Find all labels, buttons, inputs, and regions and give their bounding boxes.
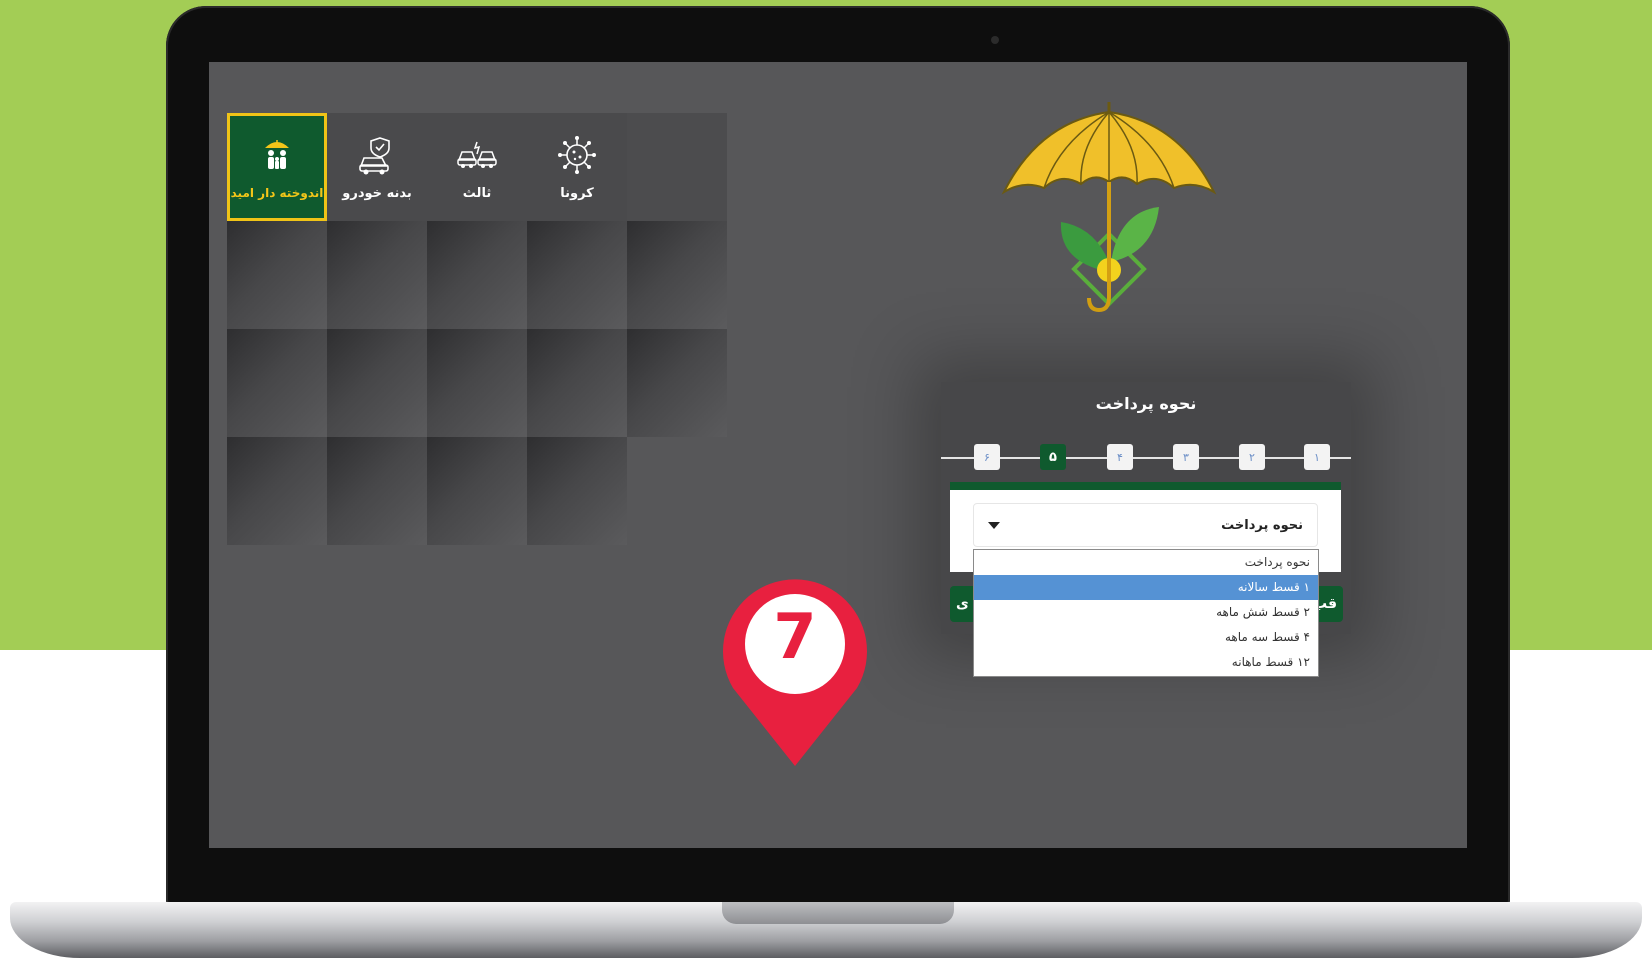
step-6[interactable]: ۶ <box>974 444 1000 470</box>
laptop-notch <box>722 902 954 924</box>
umbrella-plant-logo <box>1001 102 1217 313</box>
tile-corona[interactable]: کرونا <box>527 113 627 221</box>
car-shield-icon <box>359 136 390 174</box>
option-placeholder[interactable]: نحوه پرداخت <box>974 550 1318 575</box>
step-3[interactable]: ۳ <box>1173 444 1199 470</box>
grid-cell <box>427 329 527 437</box>
option-quarterly[interactable]: ۴ قسط سه ماهه <box>974 625 1318 650</box>
car-crash-icon <box>457 141 497 168</box>
grid-cell <box>427 221 527 329</box>
option-semiannual[interactable]: ۲ قسط شش ماهه <box>974 600 1318 625</box>
grid-cell <box>227 221 327 329</box>
panel-title: نحوه پرداخت <box>1095 394 1197 413</box>
virus-icon <box>558 135 596 174</box>
tile-car-body[interactable]: بدنه خودرو <box>327 113 427 221</box>
tile-label: کرونا <box>560 185 594 201</box>
grid-cell <box>627 437 727 545</box>
tile-omid-savings[interactable]: اندوخته دار امید <box>227 113 327 221</box>
grid-cell <box>527 437 627 545</box>
step-2[interactable]: ۲ <box>1239 444 1265 470</box>
grid-cell <box>527 221 627 329</box>
tile-label: اندوخته دار امید <box>230 186 324 200</box>
grid-cell <box>227 437 327 545</box>
grid-cell <box>427 437 527 545</box>
grid-cell <box>327 329 427 437</box>
select-value: نحوه پرداخت <box>1221 517 1303 533</box>
grid-cell <box>527 329 627 437</box>
payment-method-options: نحوه پرداخت ۱ قسط سالانه ۲ قسط شش ماهه ۴… <box>973 549 1319 677</box>
caret-down-icon <box>988 521 1000 529</box>
option-monthly[interactable]: ۱۲ قسط ماهانه <box>974 650 1318 675</box>
grid-cell <box>327 437 427 545</box>
grid-cell <box>627 329 727 437</box>
grid-cell <box>227 329 327 437</box>
payment-method-select[interactable]: نحوه پرداخت <box>973 503 1318 547</box>
option-annual[interactable]: ۱ قسط سالانه <box>974 575 1318 600</box>
app-screen: اندوخته دار امید بدنه خودرو ثالث کرونا ن… <box>209 62 1467 848</box>
grid-cell <box>627 113 727 221</box>
stepper-line <box>941 457 1351 459</box>
step-4[interactable]: ۴ <box>1107 444 1133 470</box>
form-header-bar <box>950 482 1341 490</box>
grid-cell <box>627 221 727 329</box>
step-number: 7 <box>773 600 817 673</box>
grid-cell <box>327 221 427 329</box>
insurance-grid: اندوخته دار امید بدنه خودرو ثالث کرونا <box>227 113 727 545</box>
tile-third-party[interactable]: ثالث <box>427 113 527 221</box>
step-5[interactable]: ۵ <box>1040 444 1066 470</box>
tile-label: ثالث <box>462 185 492 201</box>
tile-label: بدنه خودرو <box>342 185 412 201</box>
step-1[interactable]: ۱ <box>1304 444 1330 470</box>
family-umbrella-icon <box>265 140 289 169</box>
camera-icon <box>991 36 999 44</box>
